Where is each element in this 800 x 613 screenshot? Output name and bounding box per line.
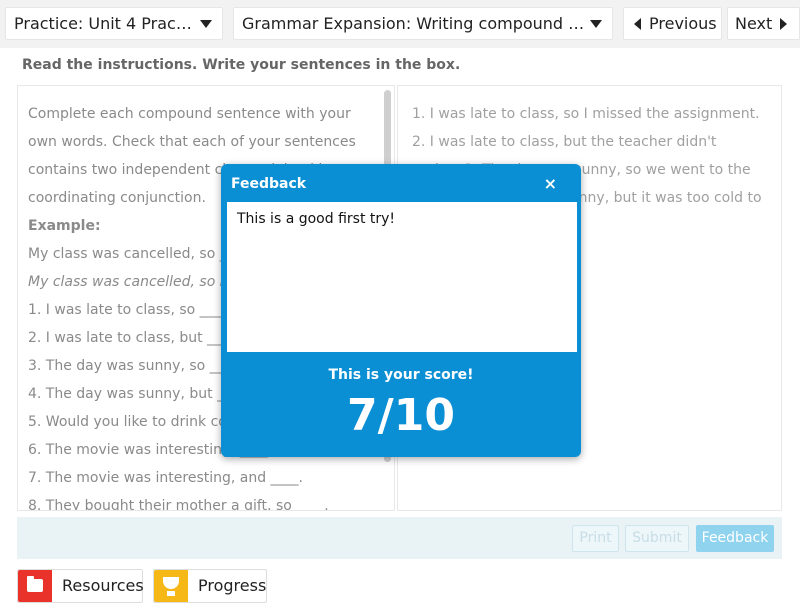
feedback-modal: Feedback × This is a good first try! Thi… bbox=[221, 164, 581, 457]
resources-button[interactable]: Resources bbox=[17, 569, 144, 603]
feedback-message: This is a good first try! bbox=[227, 202, 577, 352]
progress-button[interactable]: Progress bbox=[153, 569, 267, 603]
list-item: 7. The movie was interesting, and ____. bbox=[28, 470, 304, 486]
resources-label: Resources bbox=[62, 576, 144, 595]
submit-button[interactable]: Submit bbox=[625, 525, 689, 552]
next-arrow-icon bbox=[780, 17, 788, 30]
instructions-text: Read the instructions. Write your senten… bbox=[22, 57, 461, 73]
score-value: 7/10 bbox=[347, 390, 455, 441]
close-icon[interactable]: × bbox=[544, 174, 557, 194]
feedback-button[interactable]: Feedback bbox=[696, 525, 774, 552]
top-navigation-bar: Practice: Unit 4 Practice Grammar Expans… bbox=[0, 0, 800, 48]
print-button[interactable]: Print bbox=[572, 525, 619, 552]
previous-label: Previous bbox=[649, 14, 717, 33]
action-bar: Print Submit Feedback bbox=[17, 517, 782, 559]
previous-arrow-icon bbox=[634, 17, 641, 30]
progress-label: Progress bbox=[198, 576, 267, 595]
folder-icon bbox=[18, 570, 52, 602]
next-button[interactable]: Next bbox=[727, 7, 800, 40]
list-item: 8. They bought their mother a gift, so _… bbox=[28, 498, 329, 511]
activity-dropdown-label: Grammar Expansion: Writing compound sen.… bbox=[242, 14, 587, 33]
unit-dropdown[interactable]: Practice: Unit 4 Practice bbox=[5, 7, 223, 40]
unit-dropdown-label: Practice: Unit 4 Practice bbox=[14, 14, 194, 33]
trophy-icon bbox=[154, 570, 188, 602]
previous-button[interactable]: Previous bbox=[623, 7, 722, 40]
chevron-down-icon bbox=[200, 20, 212, 28]
chevron-down-icon bbox=[590, 20, 602, 28]
activity-dropdown[interactable]: Grammar Expansion: Writing compound sen.… bbox=[233, 7, 613, 40]
next-label: Next bbox=[735, 14, 773, 33]
modal-title: Feedback bbox=[231, 176, 307, 192]
score-label: This is your score! bbox=[328, 367, 474, 383]
